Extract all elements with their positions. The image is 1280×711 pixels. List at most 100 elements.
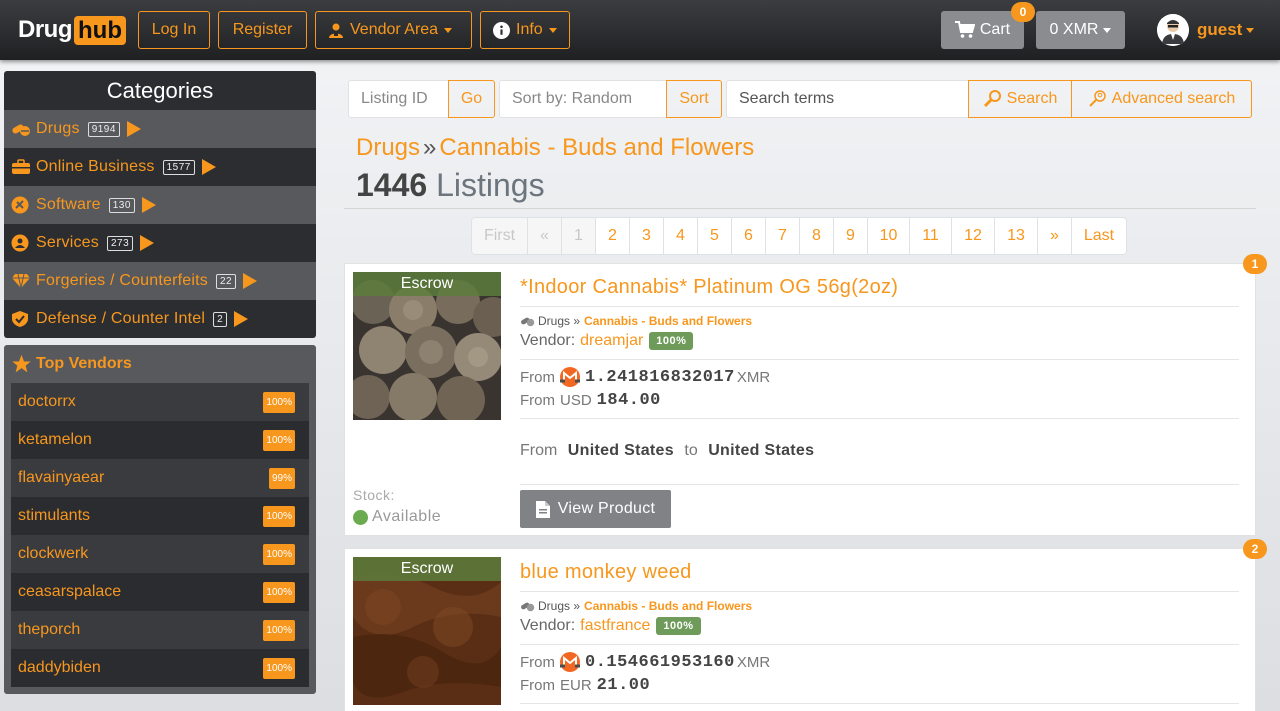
vendor-list: doctorrx 100% ketamelon 100% flavainyaear 9… (11, 383, 309, 687)
page-link[interactable]: 11 (909, 217, 952, 255)
search-button[interactable]: Search (968, 80, 1072, 118)
register-label: Register (232, 21, 293, 38)
page-link[interactable]: 10 (867, 217, 910, 255)
category-item-software[interactable]: Software 130 (4, 186, 316, 224)
monero-icon (560, 367, 580, 387)
page-first[interactable]: First (471, 217, 528, 255)
expand-arrow-icon[interactable] (201, 159, 216, 175)
page-link[interactable]: 12 (951, 217, 995, 255)
price-xmr: From 1.241816832017 XMR (520, 367, 770, 387)
pills-icon (521, 602, 535, 612)
listing-card: Escrow 2 blue monkey weed Drugs » Cannab… (344, 539, 1267, 711)
user-menu[interactable]: guest (1157, 14, 1255, 46)
vendor-item[interactable]: ketamelon 100% (11, 421, 309, 459)
sort-button[interactable]: Sort (666, 80, 722, 118)
page-link[interactable]: 6 (731, 217, 766, 255)
expand-arrow-icon[interactable] (140, 235, 155, 251)
vendor-name: doctorrx (18, 393, 76, 410)
listing-category-root[interactable]: Drugs » (538, 314, 580, 328)
price-from-label: From (520, 653, 555, 671)
expand-arrow-icon[interactable] (141, 197, 156, 213)
expand-arrow-icon[interactable] (243, 273, 258, 289)
expand-arrow-icon[interactable] (234, 311, 249, 327)
listing-category-root[interactable]: Drugs » (538, 599, 580, 613)
chevron-down-icon (1246, 27, 1255, 33)
page-link[interactable]: 9 (833, 217, 868, 255)
category-item-forgeries[interactable]: Forgeries / Counterfeits 22 (4, 262, 316, 300)
vendor-item[interactable]: stimulants 100% (11, 497, 309, 535)
advanced-search-button[interactable]: Advanced search (1071, 80, 1252, 118)
category-item-online-business[interactable]: Online Business 1577 (4, 148, 316, 186)
site-logo[interactable]: Drug hub (18, 15, 126, 45)
category-item-services[interactable]: Services 273 (4, 224, 316, 262)
vendor-item[interactable]: flavainyaear 99% (11, 459, 309, 497)
listing-vendor: Vendor: dreamjar 100% (520, 332, 694, 350)
product-image[interactable]: Escrow (353, 557, 501, 705)
category-label: Defense / Counter Intel (36, 310, 206, 327)
vendor-area-label: Vendor Area (350, 21, 439, 38)
page-link[interactable]: 5 (697, 217, 732, 255)
search-input[interactable]: Search terms (726, 80, 969, 118)
view-product-button[interactable]: View Product (520, 490, 671, 528)
cart-label: Cart (979, 21, 1011, 38)
vendor-name: clockwerk (18, 545, 89, 562)
page-link[interactable]: 8 (799, 217, 834, 255)
register-button[interactable]: Register (218, 11, 307, 49)
listing-category: Drugs » Cannabis - Buds and Flowers (520, 314, 752, 328)
sort-select[interactable]: Sort by: Random (499, 80, 667, 118)
price-fiat: From USD 184.00 (520, 391, 661, 410)
shipping-info: From United States to United States (520, 442, 820, 460)
ship-from-country: United States (567, 442, 674, 459)
currency-dropdown[interactable]: 0 XMR (1036, 11, 1125, 49)
expand-arrow-icon[interactable] (126, 121, 141, 137)
login-button[interactable]: Log In (138, 11, 210, 49)
vendor-item[interactable]: daddybiden 100% (11, 649, 309, 687)
category-item-drugs[interactable]: Drugs 9194 (4, 110, 316, 148)
listing-category-leaf[interactable]: Cannabis - Buds and Flowers (584, 314, 752, 328)
listing-title-link[interactable]: blue monkey weed (520, 561, 692, 584)
vendor-item[interactable]: ceasarspalace 100% (11, 573, 309, 611)
go-button[interactable]: Go (448, 80, 495, 118)
page-prev[interactable]: « (527, 217, 562, 255)
page-current[interactable]: 1 (561, 217, 596, 255)
category-label: Services (36, 234, 99, 251)
cart-icon (954, 21, 975, 38)
top-navbar: Drug hub Log In Register Vendor Area Inf… (0, 0, 1280, 60)
pagination: First « 1 2 3 4 5 6 7 8 9 10 11 12 13 » … (471, 217, 1127, 255)
listing-id-input[interactable]: Listing ID (348, 80, 449, 118)
listing-count-number: 1446 (356, 167, 428, 203)
vendor-item[interactable]: theporch 100% (11, 611, 309, 649)
vendor-item[interactable]: clockwerk 100% (11, 535, 309, 573)
page-next[interactable]: » (1037, 217, 1072, 255)
stock-label: Stock: (353, 487, 395, 503)
page-link[interactable]: 7 (765, 217, 800, 255)
price-fiat-value: 184.00 (596, 391, 661, 410)
avatar (1157, 14, 1189, 46)
listing-title-link[interactable]: *Indoor Cannabis* Platinum OG 56g(2oz) (520, 276, 898, 299)
stock-value: Available (372, 508, 442, 525)
info-dropdown[interactable]: Info (480, 11, 570, 49)
vendor-label: Vendor: (520, 617, 576, 634)
services-icon (11, 234, 31, 252)
vendor-rating-badge: 100% (263, 543, 295, 565)
breadcrumb-leaf-link[interactable]: Cannabis - Buds and Flowers (439, 134, 754, 162)
price-fiat-value: 21.00 (596, 676, 651, 695)
listing-category-leaf[interactable]: Cannabis - Buds and Flowers (584, 599, 752, 613)
top-vendors-panel: Top Vendors doctorrx 100% ketamelon 100% f… (4, 345, 316, 694)
page-link[interactable]: 2 (595, 217, 630, 255)
vendor-item[interactable]: doctorrx 100% (11, 383, 309, 421)
vendor-area-dropdown[interactable]: Vendor Area (315, 11, 472, 49)
product-image[interactable]: Escrow (353, 272, 501, 420)
page-link[interactable]: 3 (629, 217, 664, 255)
breadcrumb-root-link[interactable]: Drugs (356, 134, 420, 162)
vendor-link[interactable]: dreamjar (580, 332, 643, 350)
software-icon (11, 196, 31, 214)
page-link[interactable]: 13 (994, 217, 1038, 255)
vendor-link[interactable]: fastfrance (580, 617, 650, 635)
divider (520, 644, 1239, 645)
category-item-defense[interactable]: Defense / Counter Intel 2 (4, 300, 316, 338)
page-link[interactable]: 4 (663, 217, 698, 255)
category-count: 2 (213, 311, 228, 327)
page-last[interactable]: Last (1071, 217, 1127, 255)
price-xmr-unit: XMR (736, 653, 771, 671)
